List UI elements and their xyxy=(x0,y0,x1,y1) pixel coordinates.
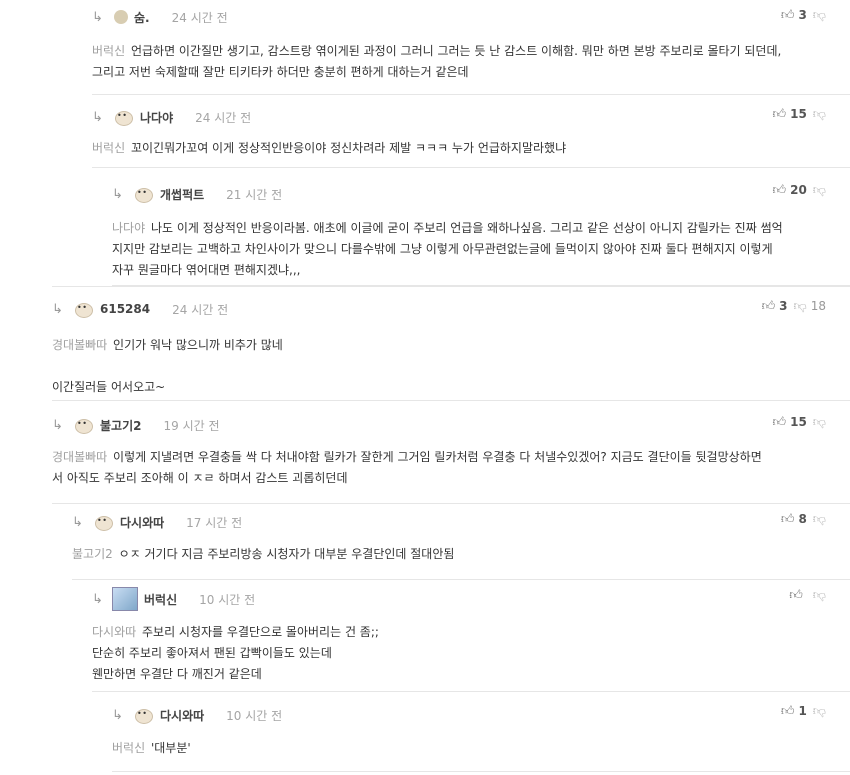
reply-arrow-icon: ↳ xyxy=(92,109,103,125)
thumbs-up-icon[interactable]: 👍︎ xyxy=(781,8,795,23)
avatar[interactable] xyxy=(72,417,94,434)
thumbs-up-icon[interactable]: 👍︎ xyxy=(773,415,787,430)
comment-nickname[interactable]: 나다야 xyxy=(140,109,173,126)
comment-item: ↳ 615284 24 시간 전 👍︎ 3 👎︎ 18 경대볼빠따 인기가 워낙… xyxy=(52,286,850,401)
comment-time: 24 시간 전 xyxy=(172,302,229,317)
avatar[interactable] xyxy=(132,707,154,724)
reply-arrow-icon: ↳ xyxy=(72,514,83,530)
reply-mention[interactable]: 경대볼빠따 xyxy=(52,450,107,464)
thumbs-up-icon[interactable]: 👍︎ xyxy=(773,183,787,198)
comment-nickname[interactable]: 버럭신 xyxy=(144,591,177,608)
thumbs-down-icon[interactable]: 👎︎ xyxy=(813,8,826,23)
comment-body: 버럭신 언급하면 이간질만 생기고, 감스트랑 엮이게된 과정이 그러니 그러는… xyxy=(92,41,826,83)
thumbs-down-icon[interactable]: 👎︎ xyxy=(813,415,826,430)
avatar[interactable] xyxy=(92,514,114,531)
comment-text-line: 지지만 감보리는 고백하고 차인사이가 맞으니 다를수밖에 그냥 이렇게 아무관… xyxy=(112,242,773,256)
thumbs-down-icon[interactable]: 👎︎ xyxy=(813,512,826,527)
thumbs-up-icon[interactable]: 👍︎ xyxy=(789,588,803,603)
comment-body: 경대볼빠따 이렇게 지낼려면 우결충들 싹 다 처내야함 릴카가 잘한게 그거임… xyxy=(52,447,826,489)
comment-nickname[interactable]: 숨. xyxy=(134,9,150,26)
comment-text-line: ㅇㅈ 거기다 지금 주보리방송 시청자가 대부분 우결단인데 절대안됨 xyxy=(118,547,455,561)
comment-time: 17 시간 전 xyxy=(186,515,243,530)
reply-mention[interactable]: 불고기2 xyxy=(72,547,113,561)
upvote-count: 15 xyxy=(790,107,807,121)
comment-text-line: 나도 이게 정상적인 반응이라봄. 애초에 이글에 굳이 주보리 언급을 왜하나… xyxy=(150,221,783,235)
comment-text-line: 단순히 주보리 좋아져서 팬된 갑빡이들도 있는데 xyxy=(92,646,332,660)
comment-item: ↳ 개썹퍽트 21 시간 전 👍︎ 20 👎︎ 나다야 나도 이게 정상적인 반… xyxy=(112,168,850,286)
reply-mention[interactable]: 경대볼빠따 xyxy=(52,338,107,352)
comment-nickname[interactable]: 불고기2 xyxy=(100,417,141,434)
comment-time: 10 시간 전 xyxy=(199,592,256,607)
thumbs-up-icon[interactable]: 👍︎ xyxy=(773,107,787,122)
comment-nickname[interactable]: 다시와따 xyxy=(160,707,204,724)
thumbs-up-icon[interactable]: 👍︎ xyxy=(781,512,795,527)
upvote-count: 15 xyxy=(790,415,807,429)
comment-text-line: 꼬이긴뭐가꼬여 이게 정상적인반응이야 정신차려라 제발 ㅋㅋㅋ 누가 언급하지… xyxy=(130,141,567,155)
comment-body: 버럭신 꼬이긴뭐가꼬여 이게 정상적인반응이야 정신차려라 제발 ㅋㅋㅋ 누가 … xyxy=(92,138,826,159)
reply-arrow-icon: ↳ xyxy=(92,9,103,25)
comment-body: 불고기2 ㅇㅈ 거기다 지금 주보리방송 시청자가 대부분 우결단인데 절대안됨 xyxy=(72,544,826,565)
thumbs-down-icon[interactable]: 👎︎ xyxy=(813,704,826,719)
thumbs-down-icon[interactable]: 👎︎ xyxy=(794,299,807,314)
upvote-count: 1 xyxy=(798,704,807,718)
reply-mention[interactable]: 버럭신 xyxy=(92,141,125,155)
comment-text-line: 웬만하면 우결단 다 깨진거 같은데 xyxy=(92,667,262,681)
avatar[interactable] xyxy=(114,10,128,24)
reply-mention[interactable]: 버럭신 xyxy=(112,741,145,755)
reply-arrow-icon: ↳ xyxy=(112,186,123,202)
thumbs-up-icon[interactable]: 👍︎ xyxy=(781,704,795,719)
comment-time: 24 시간 전 xyxy=(171,10,228,25)
comment-time: 10 시간 전 xyxy=(226,708,283,723)
comment-time: 21 시간 전 xyxy=(226,187,283,202)
thumbs-down-icon[interactable]: 👎︎ xyxy=(813,588,826,603)
comment-text-line: 주보리 시청자를 우결단으로 몰아버리는 건 좀;; xyxy=(142,625,379,639)
reply-arrow-icon: ↳ xyxy=(52,301,63,317)
comment-text-line: 인기가 워낙 많으니까 비추가 많네 xyxy=(113,338,283,352)
reply-arrow-icon: ↳ xyxy=(92,591,103,607)
reply-mention[interactable]: 다시와따 xyxy=(92,625,136,639)
comment-time: 24 시간 전 xyxy=(195,110,252,125)
comment-text-line: 자꾸 뭔글마다 엮어대면 편해지겠냐,,, xyxy=(112,263,301,277)
upvote-count: 3 xyxy=(779,299,788,313)
comment-body: 경대볼빠따 인기가 워낙 많으니까 비추가 많네 이간질러들 어서오고~ xyxy=(52,335,826,398)
upvote-count: 20 xyxy=(790,183,807,197)
reply-arrow-icon: ↳ xyxy=(112,707,123,723)
comment-text-line: '대부분' xyxy=(150,741,191,755)
comment-item: ↳ 불고기2 19 시간 전 👍︎ 15 👎︎ 경대볼빠따 이렇게 지낼려면 우… xyxy=(52,401,850,504)
avatar[interactable] xyxy=(132,186,154,203)
avatar[interactable] xyxy=(112,109,134,126)
comment-nickname[interactable]: 615284 xyxy=(100,302,150,316)
comment-text-line: 서 아직도 주보리 조아해 이 ㅈㄹ 하며서 감스트 괴롭히던데 xyxy=(52,471,348,485)
comment-item: ↳ 다시와따 17 시간 전 👍︎ 8 👎︎ 불고기2 ㅇㅈ 거기다 지금 주보… xyxy=(72,504,850,580)
comment-time: 19 시간 전 xyxy=(163,418,220,433)
comment-text-line: 언급하면 이간질만 생기고, 감스트랑 엮이게된 과정이 그러니 그러는 듯 난… xyxy=(130,44,782,58)
downvote-count: 18 xyxy=(810,299,826,313)
avatar[interactable] xyxy=(112,587,138,611)
comment-nickname[interactable]: 다시와따 xyxy=(120,514,164,531)
comment-item: ↳ 버럭신 10 시간 전 👍︎ 👎︎ 다시와따 주보리 시청자를 우결단으로 … xyxy=(92,580,850,692)
thumbs-down-icon[interactable]: 👎︎ xyxy=(813,107,826,122)
comment-text-line: 이간질러들 어서오고~ xyxy=(52,380,166,394)
reply-mention[interactable]: 나다야 xyxy=(112,221,145,235)
comment-body: 버럭신 '대부분' xyxy=(112,738,826,759)
thumbs-up-icon[interactable]: 👍︎ xyxy=(762,299,776,314)
upvote-count: 8 xyxy=(798,512,807,526)
avatar[interactable] xyxy=(72,301,94,318)
comment-text-line xyxy=(52,356,826,377)
upvote-count: 3 xyxy=(798,8,807,22)
comment-nickname[interactable]: 개썹퍽트 xyxy=(160,186,204,203)
comment-body: 나다야 나도 이게 정상적인 반응이라봄. 애초에 이글에 굳이 주보리 언급을… xyxy=(112,218,826,281)
comment-text-line: 그리고 저번 숙제할때 잘만 티키타카 하더만 충분히 편하게 대하는거 같은데 xyxy=(92,65,469,79)
comment-body: 다시와따 주보리 시청자를 우결단으로 몰아버리는 건 좀;; 단순히 주보리 … xyxy=(92,622,826,685)
reply-arrow-icon: ↳ xyxy=(52,417,63,433)
reply-mention[interactable]: 버럭신 xyxy=(92,44,125,58)
comment-text-line: 이렇게 지낼려면 우결충들 싹 다 처내야함 릴카가 잘한게 그거임 릴카처럼 … xyxy=(113,450,762,464)
thumbs-down-icon[interactable]: 👎︎ xyxy=(813,183,826,198)
comment-item: ↳ 나다야 24 시간 전 👍︎ 15 👎︎ 버럭신 꼬이긴뭐가꼬여 이게 정상… xyxy=(92,95,850,168)
comment-item: ↳ 다시와따 10 시간 전 👍︎ 1 👎︎ 버럭신 '대부분' xyxy=(112,692,850,772)
comment-item: ↳ 숨. 24 시간 전 👍︎ 3 👎︎ 버럭신 언급하면 이간질만 생기고, … xyxy=(92,0,850,95)
